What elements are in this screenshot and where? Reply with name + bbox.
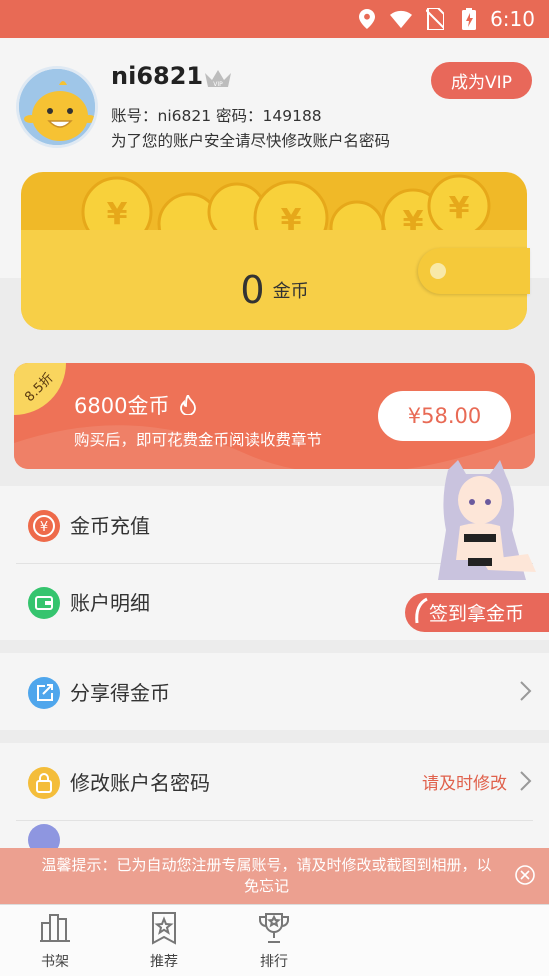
status-time: 6:10 <box>490 7 535 31</box>
package-title: 6800金币 <box>74 390 197 420</box>
sign-arc-icon <box>415 597 428 624</box>
bottom-nav: 书架 推荐 排行 <box>0 904 549 976</box>
tip-toast-text: 温馨提示：已为自动您注册专属账号，请及时修改或截图到相册，以免忘记 <box>41 856 492 895</box>
chevron-right-icon <box>520 681 532 701</box>
become-vip-button[interactable]: 成为VIP <box>431 62 532 99</box>
menu-item-partial[interactable] <box>0 820 549 856</box>
security-warning: 为了您的账户安全请尽快修改账户名密码 <box>111 132 391 150</box>
wallet-icon <box>28 587 60 619</box>
wifi-icon <box>390 8 413 30</box>
nav-label-bookshelf: 书架 <box>41 954 69 970</box>
fire-icon <box>180 392 197 416</box>
nav-label-recommend: 推荐 <box>150 954 178 970</box>
svg-text:¥: ¥ <box>107 197 128 232</box>
yen-coin-icon: ¥ <box>28 510 60 542</box>
battery-icon <box>458 8 480 30</box>
vip-crown-icon: VIP <box>205 70 231 88</box>
coin-balance-value: 0 <box>240 268 265 312</box>
modify-hint: 请及时修改 <box>422 774 507 794</box>
mascot-girl-image <box>438 460 536 580</box>
account-info: 账号：ni6821 密码：149188 <box>111 107 322 125</box>
svg-text:VIP: VIP <box>213 81 223 88</box>
status-bar: 6:10 <box>0 0 549 38</box>
sign-in-label: 签到拿金币 <box>429 603 525 625</box>
nav-tab-rank[interactable]: 排行 <box>238 911 310 973</box>
coin-balance-unit: 金币 <box>272 281 309 302</box>
menu-item-share[interactable]: 分享得金币 <box>0 653 549 730</box>
trophy-icon <box>259 913 289 943</box>
svg-text:¥: ¥ <box>40 520 48 535</box>
sign-in-coins-button[interactable]: 签到拿金币 <box>405 593 549 632</box>
star-bookmark-icon <box>152 912 176 945</box>
nav-tab-recommend[interactable]: 推荐 <box>128 911 200 973</box>
svg-text:¥: ¥ <box>449 191 470 226</box>
menu-group-share: 分享得金币 <box>0 653 549 730</box>
menu-label-modify: 修改账户名密码 <box>70 771 210 795</box>
no-sim-icon <box>424 8 446 30</box>
menu-item-modify-account[interactable]: 修改账户名密码 请及时修改 <box>0 743 549 820</box>
menu-group-account: 修改账户名密码 请及时修改 <box>0 743 549 856</box>
menu-label-share: 分享得金币 <box>70 681 170 705</box>
buy-price-button[interactable]: ¥58.00 <box>378 391 511 441</box>
lock-icon <box>28 767 60 799</box>
menu-label-details: 账户明细 <box>70 591 150 615</box>
nav-tab-bookshelf[interactable]: 书架 <box>19 911 91 973</box>
nav-label-rank: 排行 <box>260 954 288 970</box>
menu-label-recharge: 金币充值 <box>70 514 150 538</box>
username: ni6821 <box>111 62 204 90</box>
avatar[interactable] <box>16 66 98 148</box>
bookshelf-icon <box>40 914 70 942</box>
tip-toast: 温馨提示：已为自动您注册专属账号，请及时修改或截图到相册，以免忘记 <box>0 848 549 904</box>
share-icon <box>28 677 60 709</box>
package-subtitle: 购买后，即可花费金币阅读收费章节 <box>74 431 323 449</box>
coin-balance: 0 金币 <box>0 268 549 312</box>
close-icon[interactable] <box>514 864 536 886</box>
package-title-text: 6800金币 <box>74 394 170 418</box>
location-icon <box>356 8 378 30</box>
chevron-right-icon <box>520 771 532 791</box>
